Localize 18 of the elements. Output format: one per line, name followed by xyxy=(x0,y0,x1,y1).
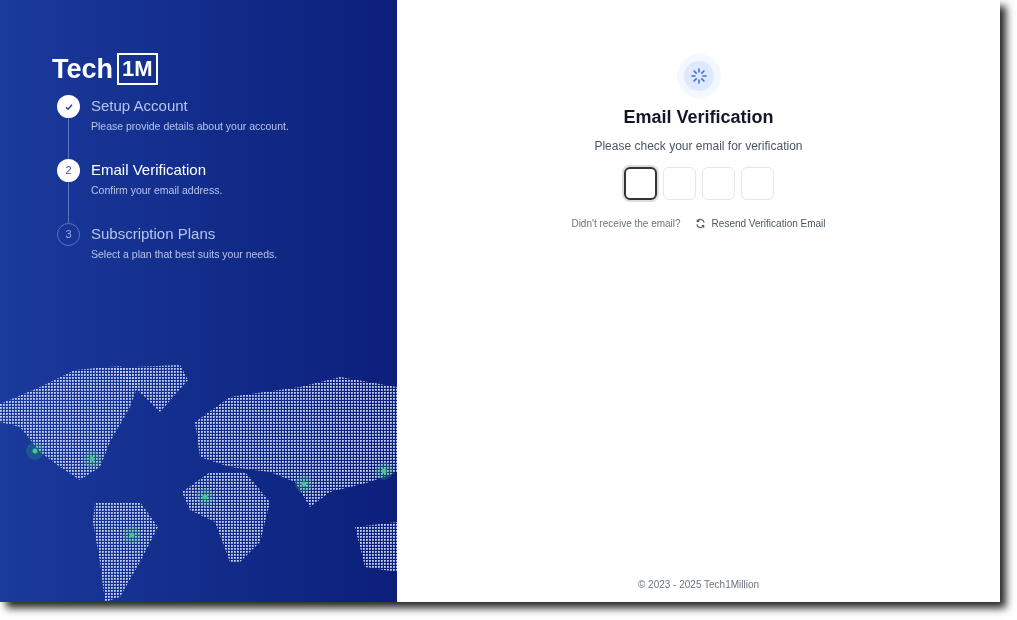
resend-link[interactable]: Resend Verification Email xyxy=(694,216,826,231)
step-number: 2 xyxy=(57,159,80,182)
loading-icon xyxy=(676,54,721,98)
step-description: Select a plan that best suits your needs. xyxy=(91,247,278,262)
logo-badge: 1M xyxy=(117,53,158,85)
logo-text: Tech xyxy=(52,55,113,83)
code-input-field[interactable] xyxy=(623,167,657,200)
page-title: Email Verification xyxy=(623,106,774,129)
step-title: Subscription Plans xyxy=(91,224,217,244)
refresh-icon xyxy=(694,218,706,229)
check-icon xyxy=(63,101,74,112)
step-description: Please provide details about your account. xyxy=(91,119,289,134)
subtitle: Please check your email for verification xyxy=(594,138,803,155)
footer-text: © 2023 - 2025 Tech1Million xyxy=(637,578,760,592)
step-title: Setup Account xyxy=(91,96,189,116)
step-title: Email Verification xyxy=(91,160,208,180)
resend-prompt: Didn't receive the email? xyxy=(571,217,681,231)
step-description: Confirm your email address. xyxy=(91,183,223,198)
